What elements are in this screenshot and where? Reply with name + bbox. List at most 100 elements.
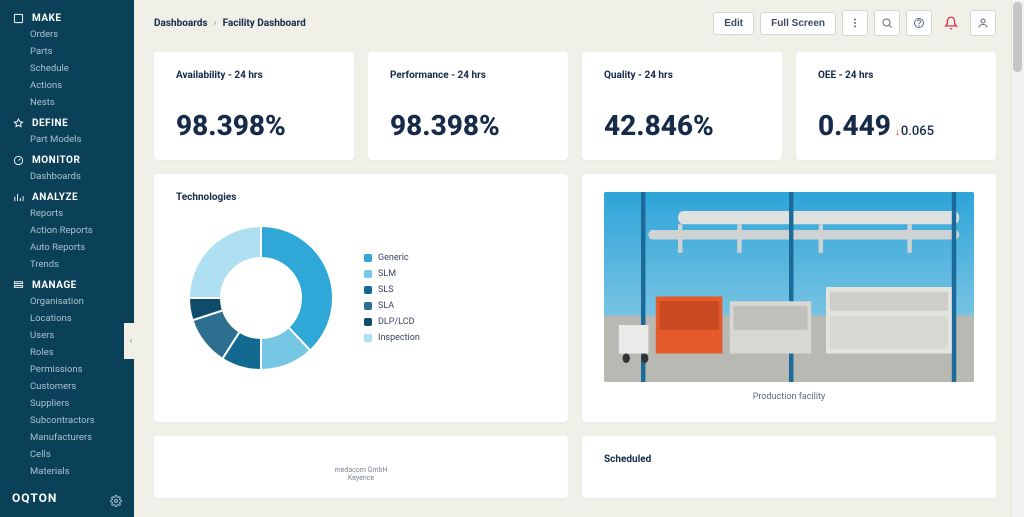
brand-name: OQTON (12, 491, 57, 505)
nav-users[interactable]: Users (0, 327, 134, 344)
edit-button[interactable]: Edit (713, 12, 754, 35)
manage-icon (12, 279, 24, 291)
legend-swatch (364, 302, 372, 310)
user-button[interactable] (970, 10, 996, 36)
bottom-row: medacom GmbH Keyence Scheduled (134, 422, 1024, 498)
analyze-icon (12, 191, 24, 203)
kpi-quality: Quality - 24 hrs 42.846% (582, 52, 782, 160)
section-label: DEFINE (32, 118, 68, 129)
kpi-value: 98.398% (390, 109, 546, 142)
nav-dashboards[interactable]: Dashboards (0, 168, 134, 185)
nav-permissions[interactable]: Permissions (0, 361, 134, 378)
nav-cells[interactable]: Cells (0, 446, 134, 463)
nav-organisation[interactable]: Organisation (0, 293, 134, 310)
settings-icon[interactable] (110, 492, 122, 504)
search-button[interactable] (874, 10, 900, 36)
section-label: MAKE (32, 13, 62, 24)
legend-swatch (364, 334, 372, 342)
nav-reports[interactable]: Reports (0, 205, 134, 222)
vertical-scrollbar[interactable] (1011, 0, 1024, 517)
mid-row: Technologies Generic SLM SLS SLA DLP/LCD Insp… (134, 160, 1024, 422)
section-label: MANAGE (32, 280, 77, 291)
legend-label: SLS (378, 285, 394, 295)
brand-footer: OQTON (0, 481, 134, 517)
facility-image (604, 192, 974, 382)
technologies-donut (176, 213, 346, 383)
legend-swatch (364, 318, 372, 326)
fullscreen-button[interactable]: Full Screen (760, 12, 836, 35)
define-icon (12, 117, 24, 129)
notifications-button[interactable] (938, 10, 964, 36)
nav-schedule[interactable]: Schedule (0, 60, 134, 77)
kpi-availability: Availability - 24 hrs 98.398% (154, 52, 354, 160)
legend-item: SLM (364, 269, 420, 279)
nav-roles[interactable]: Roles (0, 344, 134, 361)
nav-parts[interactable]: Parts (0, 43, 134, 60)
main: Dashboards › Facility Dashboard Edit Ful… (134, 0, 1024, 517)
more-button[interactable] (842, 10, 868, 36)
nav-part-models[interactable]: Part Models (0, 131, 134, 148)
legend-swatch (364, 286, 372, 294)
legend-label: SLM (378, 269, 396, 279)
legend-item: Inspection (364, 333, 420, 343)
nav-actions[interactable]: Actions (0, 77, 134, 94)
scheduled-title: Scheduled (604, 454, 974, 465)
kpi-row: Availability - 24 hrs 98.398% Performanc… (134, 46, 1024, 160)
kpi-main: 0.449 (818, 109, 891, 142)
legend-item: SLS (364, 285, 420, 295)
technologies-legend: Generic SLM SLS SLA DLP/LCD Inspection (364, 253, 420, 343)
nav-subcontractors[interactable]: Subcontractors (0, 412, 134, 429)
facility-image-card: Production facility (582, 174, 996, 422)
topbar-actions: Edit Full Screen (713, 10, 996, 36)
nav-orders[interactable]: Orders (0, 26, 134, 43)
legend-item: DLP/LCD (364, 317, 420, 327)
kpi-title: OEE - 24 hrs (818, 70, 974, 81)
kpi-delta: ↓0.065 (895, 124, 934, 139)
sidebar: MAKE Orders Parts Schedule Actions Nests… (0, 0, 134, 517)
breadcrumb: Dashboards › Facility Dashboard (154, 18, 306, 29)
legend-item: SLA (364, 301, 420, 311)
legend-label: DLP/LCD (378, 317, 414, 327)
legend-label: Inspection (378, 333, 420, 343)
section-monitor: MONITOR (0, 148, 134, 168)
legend-swatch (364, 270, 372, 278)
technologies-card: Technologies Generic SLM SLS SLA DLP/LCD Insp… (154, 174, 568, 422)
nav-suppliers[interactable]: Suppliers (0, 395, 134, 412)
kpi-title: Performance - 24 hrs (390, 70, 546, 81)
kpi-title: Availability - 24 hrs (176, 70, 332, 81)
image-caption: Production facility (753, 392, 826, 402)
technologies-title: Technologies (176, 192, 546, 203)
nav-materials[interactable]: Materials (0, 463, 134, 480)
legend-item: Generic (364, 253, 420, 263)
nav-nests[interactable]: Nests (0, 94, 134, 111)
section-manage: MANAGE (0, 273, 134, 293)
nav-action-reports[interactable]: Action Reports (0, 222, 134, 239)
nav-tools[interactable]: Tools (0, 480, 134, 481)
topbar: Dashboards › Facility Dashboard Edit Ful… (134, 0, 1024, 46)
nav-customers[interactable]: Customers (0, 378, 134, 395)
scrollbar-thumb[interactable] (1013, 2, 1022, 72)
section-define: DEFINE (0, 111, 134, 131)
sidebar-nav: MAKE Orders Parts Schedule Actions Nests… (0, 6, 134, 481)
kpi-value: 0.449 ↓0.065 (818, 109, 974, 142)
section-label: MONITOR (32, 155, 80, 166)
make-icon (12, 12, 24, 24)
breadcrumb-root[interactable]: Dashboards (154, 18, 208, 29)
nav-trends[interactable]: Trends (0, 256, 134, 273)
section-analyze: ANALYZE (0, 185, 134, 205)
kpi-value: 98.398% (176, 109, 332, 142)
machines-card: medacom GmbH Keyence (154, 436, 568, 498)
nav-auto-reports[interactable]: Auto Reports (0, 239, 134, 256)
breadcrumb-current: Facility Dashboard (223, 18, 306, 29)
legend-swatch (364, 254, 372, 262)
kpi-performance: Performance - 24 hrs 98.398% (368, 52, 568, 160)
scheduled-card: Scheduled (582, 436, 996, 498)
kpi-oee: OEE - 24 hrs 0.449 ↓0.065 (796, 52, 996, 160)
nav-manufacturers[interactable]: Manufacturers (0, 429, 134, 446)
breadcrumb-sep: › (214, 18, 217, 29)
kpi-title: Quality - 24 hrs (604, 70, 760, 81)
nav-locations[interactable]: Locations (0, 310, 134, 327)
section-label: ANALYZE (32, 192, 78, 203)
legend-label: Generic (378, 253, 409, 263)
help-button[interactable] (906, 10, 932, 36)
